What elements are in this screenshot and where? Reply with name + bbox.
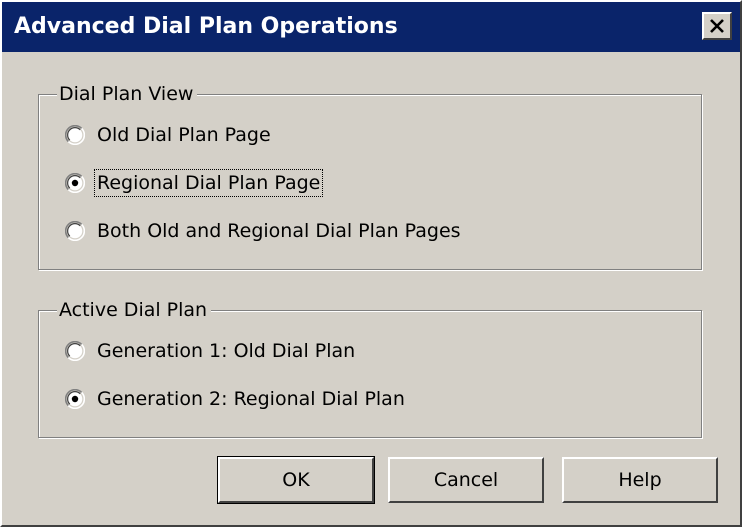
ok-button[interactable]: OK (217, 456, 375, 504)
radio-label: Generation 2: Regional Dial Plan (97, 388, 405, 410)
active-dial-plan-group: Active Dial Plan Generation 1: Old Dial … (38, 297, 702, 438)
radio-selected-icon[interactable] (65, 173, 85, 193)
close-button[interactable] (702, 12, 732, 40)
radio-label: Both Old and Regional Dial Plan Pages (97, 220, 461, 242)
radio-generation-1[interactable]: Generation 1: Old Dial Plan (65, 335, 357, 367)
radio-unselected-icon[interactable] (65, 341, 85, 361)
radio-selected-icon[interactable] (65, 389, 85, 409)
radio-unselected-icon[interactable] (65, 125, 85, 145)
title-bar[interactable]: Advanced Dial Plan Operations (2, 2, 740, 52)
dialog-window: Advanced Dial Plan Operations Dial Plan … (0, 0, 742, 527)
dial-plan-view-group: Dial Plan View Old Dial Plan Page Region… (38, 81, 702, 270)
close-icon (710, 19, 724, 33)
radio-generation-2[interactable]: Generation 2: Regional Dial Plan (65, 383, 407, 415)
window-title: Advanced Dial Plan Operations (14, 14, 398, 39)
radio-regional-dial-plan-page[interactable]: Regional Dial Plan Page (65, 167, 324, 199)
dialog-content: Dial Plan View Old Dial Plan Page Region… (2, 52, 740, 525)
radio-label: Old Dial Plan Page (97, 124, 271, 146)
radio-label: Regional Dial Plan Page (93, 169, 324, 197)
cancel-button[interactable]: Cancel (388, 457, 544, 503)
radio-label: Generation 1: Old Dial Plan (97, 340, 356, 362)
radio-old-dial-plan-page[interactable]: Old Dial Plan Page (65, 119, 273, 151)
help-button[interactable]: Help (562, 457, 718, 503)
radio-both-dial-plan-pages[interactable]: Both Old and Regional Dial Plan Pages (65, 215, 463, 247)
dial-plan-view-legend: Dial Plan View (57, 81, 198, 107)
radio-unselected-icon[interactable] (65, 221, 85, 241)
active-dial-plan-legend: Active Dial Plan (57, 297, 212, 323)
